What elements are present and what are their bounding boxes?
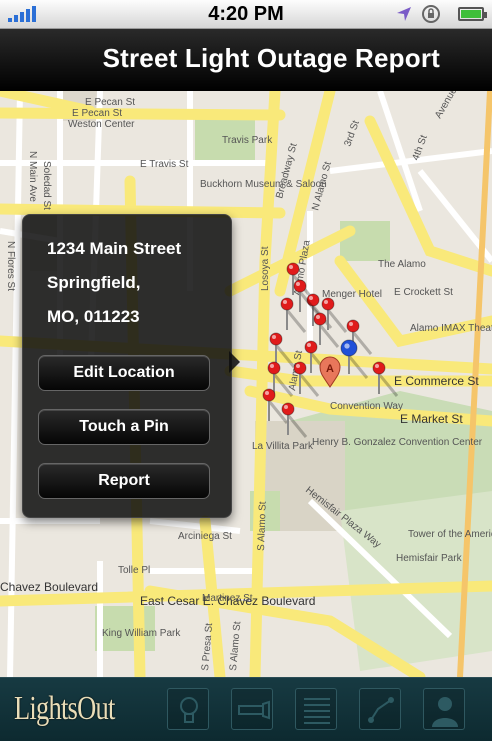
tab-lightbulb[interactable]	[167, 688, 209, 730]
report-button[interactable]: Report	[38, 463, 210, 499]
tab-route[interactable]	[359, 688, 401, 730]
street-label: Henry B. Gonzalez Convention Center	[312, 437, 483, 448]
status-time: 4:20 PM	[208, 3, 284, 25]
marker-letter: A	[326, 363, 334, 375]
battery-icon	[458, 7, 487, 21]
tab-flashlight[interactable]	[231, 688, 273, 730]
street-label: The Alamo	[378, 259, 426, 270]
street-label: E Pecan St	[85, 97, 135, 108]
street-label: Losoya St	[260, 246, 271, 291]
route-icon	[368, 697, 394, 723]
street-label: Chavez Boulevard	[0, 580, 98, 594]
street-label: E Market St	[400, 412, 463, 426]
street-label: Soledad St	[41, 161, 52, 210]
street-label: Arciniega St	[178, 531, 232, 542]
status-bar: 4:20 PM	[0, 0, 492, 29]
address-popover: 1234 Main Street Springfield, MO, 011223…	[22, 214, 232, 518]
street-label: Weston Center	[68, 119, 135, 130]
street-label: Convention Way	[330, 401, 403, 412]
edit-location-button[interactable]: Edit Location	[38, 355, 210, 391]
street-label: S Alamo St	[256, 501, 269, 551]
popover-arrow	[229, 351, 240, 373]
street-label: N Flores St	[5, 241, 16, 291]
lightbulb-icon	[180, 697, 198, 723]
street-label: Buckhorn Museum & Saloon	[200, 179, 327, 190]
page-title: Street Light Outage Report	[102, 43, 440, 73]
street-label: La Villita Park	[252, 441, 314, 452]
street-label: Tower of the Americas	[408, 529, 492, 540]
street-label: E Travis St	[140, 159, 189, 170]
street-label: E Crockett St	[394, 287, 453, 298]
tab-profile[interactable]	[423, 688, 465, 730]
street-label: King William Park	[102, 628, 181, 639]
address-line-2: Springfield,	[47, 273, 141, 292]
street-label: E Pecan St	[72, 108, 122, 119]
touch-a-pin-button[interactable]: Touch a Pin	[38, 409, 210, 445]
person-icon	[432, 697, 458, 727]
address-line-3: MO, 011223	[47, 307, 140, 326]
street-label: E Commerce St	[394, 374, 479, 388]
flashlight-icon	[238, 700, 270, 720]
street-label: Alamo IMAX Theatre Rivercenter	[410, 323, 492, 334]
tab-bar: LightsOut	[0, 677, 492, 741]
tab-list[interactable]	[295, 688, 337, 730]
app-logo: LightsOut	[14, 690, 115, 727]
nav-header: Street Light Outage Report	[0, 29, 492, 92]
list-icon	[304, 698, 330, 724]
street-label: N Main Ave	[27, 151, 38, 202]
street-label: Travis Park	[222, 135, 273, 146]
address-line-1: 1234 Main Street	[47, 239, 182, 258]
street-label: Hemisfair Park	[396, 553, 463, 564]
location-arrow-icon	[397, 7, 411, 21]
street-label: Tolle Pl	[118, 565, 150, 576]
street-label: Martinez St	[202, 593, 253, 604]
rotation-lock-icon	[422, 5, 440, 23]
